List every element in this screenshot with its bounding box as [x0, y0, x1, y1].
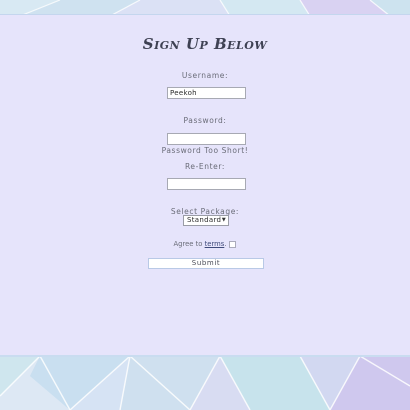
submit-button[interactable]: Submit — [148, 258, 264, 269]
reenter-label: Re-Enter: — [184, 162, 226, 171]
background-pattern-bottom — [0, 356, 410, 410]
terms-link[interactable]: terms — [205, 240, 225, 248]
agree-prefix-text: Agree to — [173, 240, 205, 248]
agree-suffix-text: . — [224, 240, 227, 248]
package-selected-value: Standard — [187, 216, 222, 224]
dropdown-arrow-icon: ▼ — [221, 217, 226, 223]
password-input[interactable] — [167, 133, 246, 145]
reenter-password-input[interactable] — [167, 178, 246, 190]
signup-panel: Sign Up Below Username: Password: Passwo… — [0, 14, 410, 357]
page-title: Sign Up Below — [142, 35, 268, 53]
username-input[interactable] — [167, 87, 246, 99]
password-error-message: Password Too Short! — [161, 146, 249, 155]
agree-terms-checkbox[interactable] — [229, 240, 237, 248]
package-select[interactable]: Standard ▼ — [183, 215, 229, 226]
password-label: Password: — [183, 116, 227, 125]
username-label: Username: — [181, 71, 229, 80]
agree-terms-row: Agree to terms. — [0, 240, 410, 248]
